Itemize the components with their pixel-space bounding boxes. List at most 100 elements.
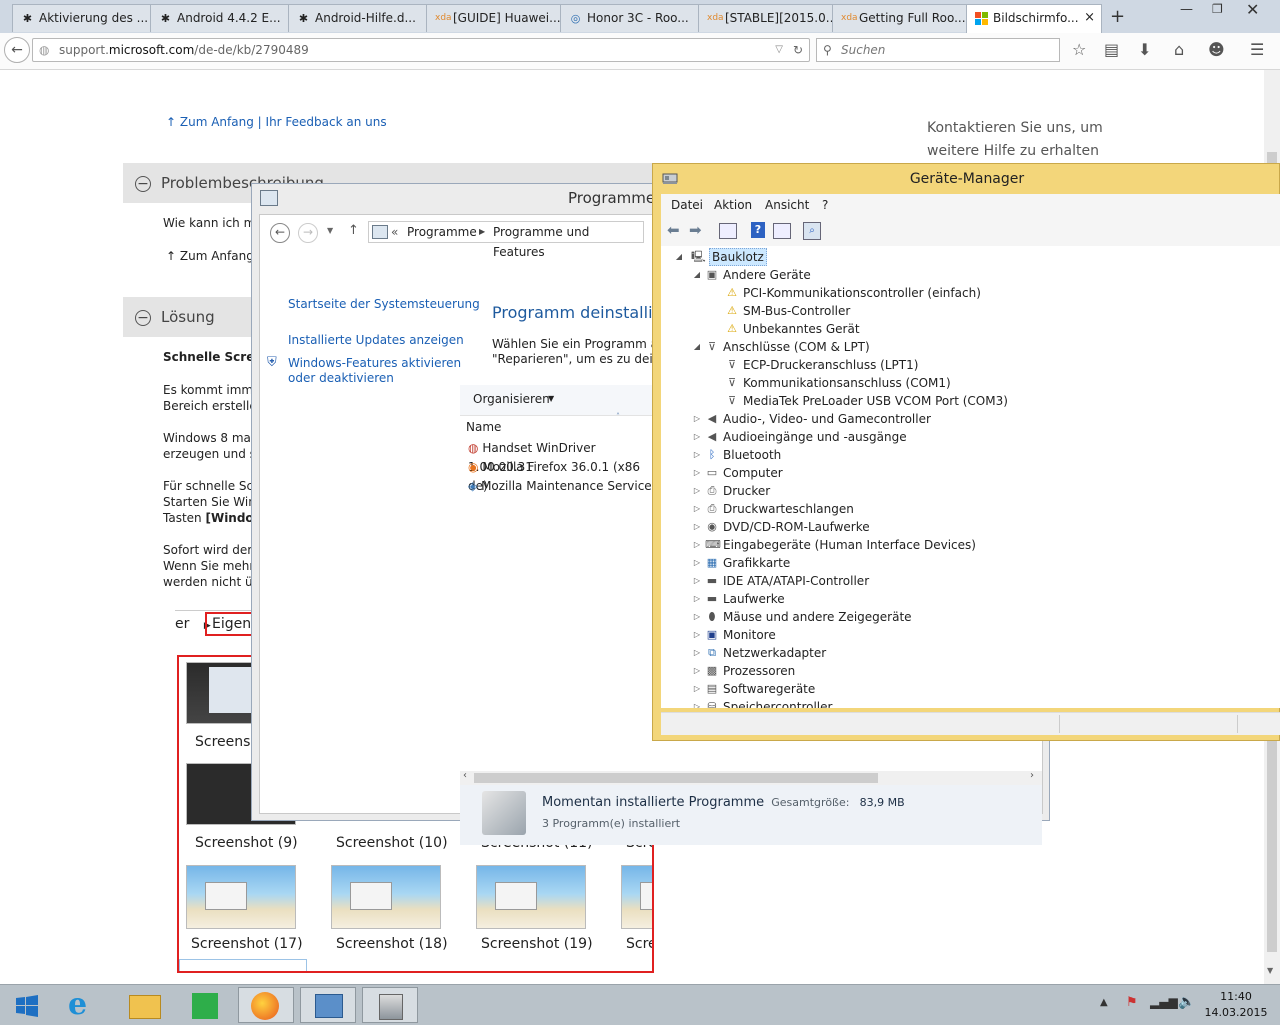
reading-list-icon[interactable]: ▤ (1104, 41, 1119, 59)
scan-hardware-icon[interactable]: ⌕ (803, 222, 821, 240)
back-to-top-link[interactable]: ↑ Zum Anfang (166, 249, 254, 263)
list-item[interactable]: ◈ Mozilla Maintenance Service (468, 477, 652, 496)
browser-tab[interactable]: ✱ Aktivierung des ... (12, 4, 152, 32)
name-column-header[interactable]: Name (466, 420, 501, 434)
screenshot-thumbnail[interactable] (621, 865, 652, 929)
up-arrow-icon[interactable]: ↑ (348, 223, 359, 238)
collapsed-arrow-icon[interactable]: ▷ (691, 518, 703, 536)
download-icon[interactable]: ⬇ (1138, 41, 1151, 59)
properties-view-icon[interactable] (719, 223, 737, 239)
browser-tab[interactable]: xda [STABLE][2015.0... (698, 4, 838, 32)
chevron-down-icon[interactable]: ▼ (327, 226, 333, 235)
windows-features-link[interactable]: Windows-Features aktivieren oder deaktiv… (288, 356, 461, 386)
menu-item-help[interactable]: ? (822, 194, 828, 216)
home-icon[interactable]: ⌂ (1174, 41, 1184, 59)
feedback-link[interactable]: Ihr Feedback an uns (266, 115, 387, 129)
organize-button[interactable]: Organisieren (473, 392, 550, 406)
firefox-taskbar-icon[interactable] (238, 987, 294, 1023)
show-hidden-icons[interactable]: ▲ (1100, 997, 1108, 1008)
horizontal-scrollbar[interactable]: ‹ › (460, 770, 1042, 785)
breadcrumb-item[interactable]: Programme und Features (493, 222, 643, 262)
browser-tab[interactable]: ✱ Android-Hilfe.d... (288, 4, 428, 32)
collapsed-arrow-icon[interactable]: ▷ (691, 482, 703, 500)
search-input[interactable]: ⚲ Suchen (816, 38, 1060, 62)
screenshot-thumbnail[interactable] (331, 865, 441, 929)
crumb-highlight[interactable]: Eigen (205, 612, 255, 636)
collapsed-arrow-icon[interactable]: ▷ (691, 410, 703, 428)
control-panel-taskbar-icon[interactable] (300, 987, 356, 1023)
expanded-arrow-icon[interactable]: ◢ (691, 266, 703, 284)
scroll-right-icon[interactable]: › (1030, 770, 1034, 781)
collapsed-arrow-icon[interactable]: ▷ (691, 446, 703, 464)
start-button[interactable] (0, 987, 56, 1023)
screenshot-thumbnail[interactable] (186, 865, 296, 929)
network-icon: ⧉ (708, 646, 716, 659)
dropdown-arrow-icon[interactable]: ▼ (548, 394, 554, 403)
close-tab-icon[interactable]: × (1084, 5, 1095, 31)
forward-arrow-icon[interactable]: ➡ (689, 221, 702, 239)
action-center-flag-icon[interactable]: ⚑ (1126, 995, 1138, 1010)
text-bold: [Windo (205, 511, 254, 525)
clock-date: 14.03.2015 (1204, 1006, 1268, 1019)
collapsed-arrow-icon[interactable]: ▷ (691, 680, 703, 698)
restore-icon[interactable]: ❐ (1212, 2, 1223, 16)
bookmark-star-icon[interactable]: ☆ (1072, 41, 1086, 59)
collapsed-arrow-icon[interactable]: ▷ (691, 698, 703, 708)
collapsed-arrow-icon[interactable]: ▷ (691, 572, 703, 590)
menu-icon[interactable]: ☰ (1250, 41, 1264, 59)
collapsed-arrow-icon[interactable]: ▷ (691, 464, 703, 482)
browser-tab[interactable]: xda [GUIDE] Huawei... (426, 4, 566, 32)
volume-icon[interactable]: 🔈 (1178, 994, 1195, 1010)
menu-item-aktion[interactable]: Aktion (714, 194, 752, 216)
collapsed-arrow-icon[interactable]: ▷ (691, 608, 703, 626)
breadcrumb-overflow[interactable]: « (391, 222, 398, 242)
back-arrow-icon[interactable]: ← (270, 223, 290, 243)
scroll-down-icon[interactable]: ▼ (1267, 966, 1273, 975)
collapsed-arrow-icon[interactable]: ▷ (691, 500, 703, 518)
help-icon[interactable]: ? (751, 222, 765, 238)
installed-updates-link[interactable]: Installierte Updates anzeigen (288, 333, 464, 347)
browser-tab[interactable]: ✱ Android 4.4.2 E... (150, 4, 290, 32)
column-header[interactable]: Name ˄ (460, 412, 654, 438)
back-arrow-icon[interactable]: ← (4, 37, 30, 63)
expanded-arrow-icon[interactable]: ◢ (691, 338, 703, 356)
details-view-icon[interactable] (773, 223, 791, 239)
breadcrumb-item[interactable]: Programme (407, 222, 477, 242)
thumbnail-selection[interactable] (179, 959, 307, 971)
browser-tab[interactable]: xda Getting Full Roo... (832, 4, 972, 32)
back-arrow-icon[interactable]: ⬅ (667, 221, 680, 239)
back-to-top-link[interactable]: ↑ Zum Anfang (166, 115, 254, 129)
collapsed-arrow-icon[interactable]: ▷ (691, 428, 703, 446)
browser-tab[interactable]: ◎ Honor 3C - Roo... (560, 4, 700, 32)
url-bar[interactable]: ◍ support.microsoft.com/de-de/kb/2790489… (32, 38, 810, 62)
scroll-left-icon[interactable]: ‹ (463, 770, 467, 781)
reload-icon[interactable]: ↻ (793, 39, 803, 61)
file-explorer-icon[interactable] (117, 987, 173, 1023)
store-icon[interactable] (178, 987, 234, 1023)
scrollbar-thumb[interactable] (474, 773, 878, 783)
menu-item-ansicht[interactable]: Ansicht (765, 194, 809, 216)
internet-explorer-icon[interactable]: e (56, 987, 112, 1023)
expanded-arrow-icon[interactable]: ◢ (673, 248, 685, 266)
screenshot-thumbnail[interactable] (476, 865, 586, 929)
device-manager-taskbar-icon[interactable] (362, 987, 418, 1023)
chat-icon[interactable]: ☻ (1208, 41, 1225, 59)
section-solution[interactable]: − Lösung (123, 297, 251, 337)
minimize-icon[interactable]: — (1180, 2, 1193, 17)
collapsed-arrow-icon[interactable]: ▷ (691, 590, 703, 608)
collapsed-arrow-icon[interactable]: ▷ (691, 644, 703, 662)
address-bar[interactable]: « Programme ▶ Programme und Features (368, 221, 644, 259)
close-window-icon[interactable]: ✕ (1246, 0, 1259, 19)
dropdown-arrow-icon[interactable]: ▽ (775, 39, 783, 61)
collapsed-arrow-icon[interactable]: ▷ (691, 662, 703, 680)
network-icon[interactable]: ▂▄▆ (1150, 995, 1178, 1009)
control-panel-home-link[interactable]: Startseite der Systemsteuerung (288, 297, 480, 311)
browser-tab-active[interactable]: Bildschirmfo... × (966, 4, 1102, 33)
clock[interactable]: 11:40 14.03.2015 (1200, 989, 1272, 1021)
collapsed-arrow-icon[interactable]: ▷ (691, 536, 703, 554)
forward-arrow-icon[interactable]: → (298, 223, 318, 243)
collapsed-arrow-icon[interactable]: ▷ (691, 626, 703, 644)
menu-item-datei[interactable]: Datei (671, 194, 703, 216)
collapsed-arrow-icon[interactable]: ▷ (691, 554, 703, 572)
new-tab-icon[interactable]: + (1110, 6, 1125, 27)
